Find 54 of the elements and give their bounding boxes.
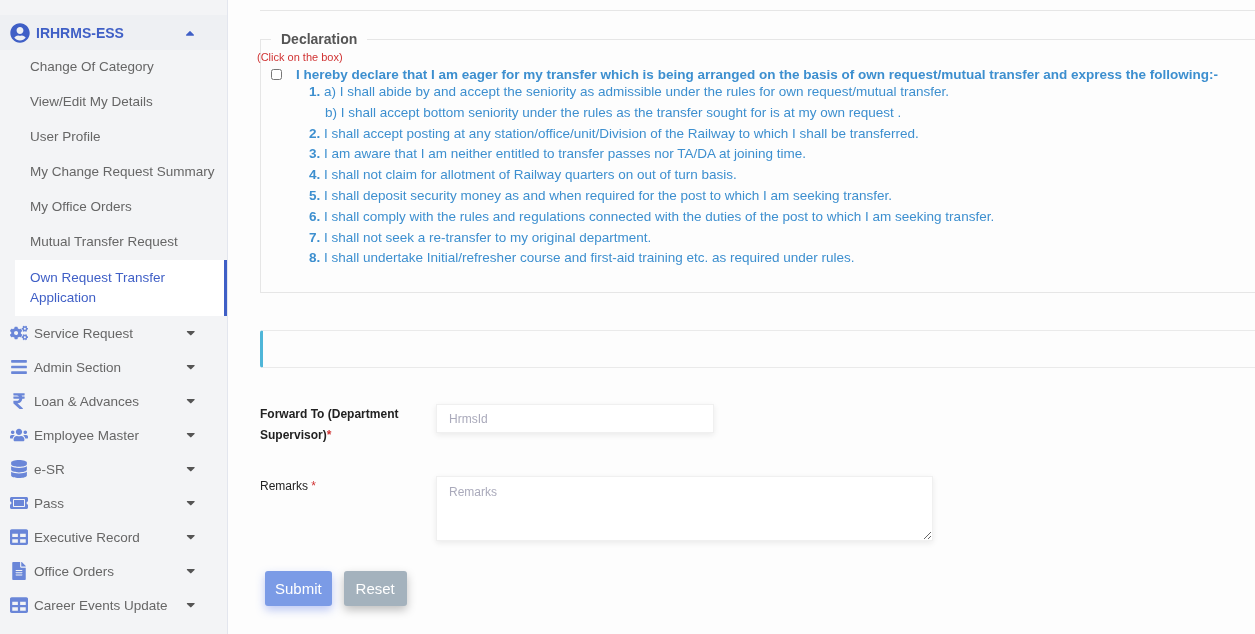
table-icon <box>10 596 28 614</box>
menu-label: Admin Section <box>34 359 123 375</box>
menu-icon <box>10 358 28 376</box>
menu-label: Employee Master <box>34 427 141 443</box>
user-icon <box>10 22 30 43</box>
remarks-field[interactable]: Remarks <box>436 476 933 541</box>
field-label: Remarks * <box>260 478 318 495</box>
declaration-item: 6. I shall comply with the rules and regulations connected with the duties of the post to which I am seeking transfer. <box>308 207 996 226</box>
rupee-icon <box>10 392 28 410</box>
sidebar-menu[interactable]: Pass <box>0 486 227 520</box>
sidebar-menu[interactable]: e-SR <box>0 452 227 486</box>
declaration-item: 7. I shall not seek a re-transfer to my original department. <box>308 228 653 247</box>
table-icon <box>10 528 28 546</box>
declaration-item: 1. a) I shall abide by and accept the seniority as admissible under the rules for own request/mutual transfer. <box>308 83 951 101</box>
document-icon <box>10 562 28 580</box>
sidebar-section-header[interactable]: IRHRMS-ESS <box>0 15 227 50</box>
hint-text: (Click on the box) <box>257 51 344 63</box>
menu-label: Career Events Update <box>34 597 169 613</box>
declaration-item: 2. I shall accept posting at any station/office/unit/Division of the Railway to which I shall be transferred. <box>308 124 920 143</box>
field-label: Forward To (Department Supervisor)* <box>260 406 400 444</box>
sidebar-menu[interactable]: Executive Record <box>0 520 227 554</box>
declaration-statement: I hereby declare that I am eager for my transfer which is being arranged on the basis of own request/mutual transfer and express the following:- <box>296 67 1218 82</box>
hrms-id-field[interactable]: HrmsId <box>436 404 714 433</box>
menu-label: Pass <box>34 495 65 511</box>
section-title: IRHRMS-ESS <box>36 24 125 41</box>
sidebar-item[interactable]: Change Of Category <box>0 50 227 85</box>
database-icon <box>10 460 28 478</box>
sidebar-menu[interactable]: Office Orders <box>0 554 227 588</box>
sidebar-item[interactable]: Mutual Transfer Request <box>0 225 227 260</box>
sidebar-item[interactable]: View/Edit My Details <box>0 85 227 120</box>
sidebar-menu[interactable]: Admin Section <box>0 350 227 384</box>
menu-label: Executive Record <box>34 529 141 545</box>
menu-label: Office Orders <box>34 563 116 579</box>
sidebar-item[interactable]: My Office Orders <box>0 190 227 225</box>
menu-label: e-SR <box>34 461 66 477</box>
menu-label: Loan & Advances <box>34 393 141 409</box>
declaration-item: 8. I shall undertake Initial/refresher course and first-aid training etc. as required under rules. <box>308 249 856 268</box>
declaration-item: 3. I am aware that I am neither entitled to transfer passes nor TA/DA at joining time. <box>308 145 808 164</box>
sidebar-item[interactable]: My Change Request Summary <box>0 155 227 190</box>
sidebar-menu[interactable]: Service Request <box>0 316 227 350</box>
menu-label: Service Request <box>34 325 135 341</box>
declaration-item: 5. I shall deposit security money as and when required for the post to which I am seeking transfer. <box>308 187 894 205</box>
users-icon <box>10 426 28 444</box>
declaration-item: 4. I shall not claim for allotment of Railway quarters on out of turn basis. <box>308 166 738 185</box>
sidebar-menu[interactable]: Loan & Advances <box>0 384 227 418</box>
declaration-checkbox[interactable] <box>271 69 282 80</box>
declaration-item: b) I shall accept bottom seniority under the rules as the transfer sought for is at my own request . <box>324 103 903 122</box>
sidebar-menu[interactable]: Career Events Update <box>0 588 227 622</box>
panel-title: Declaration <box>280 31 359 47</box>
gears-icon <box>10 324 28 342</box>
sidebar-item[interactable]: Own Request Transfer Application <box>15 260 227 316</box>
ticket-icon <box>10 494 28 512</box>
sidebar-item[interactable]: User Profile <box>0 120 227 155</box>
sidebar-menu[interactable]: Employee Master <box>0 418 227 452</box>
